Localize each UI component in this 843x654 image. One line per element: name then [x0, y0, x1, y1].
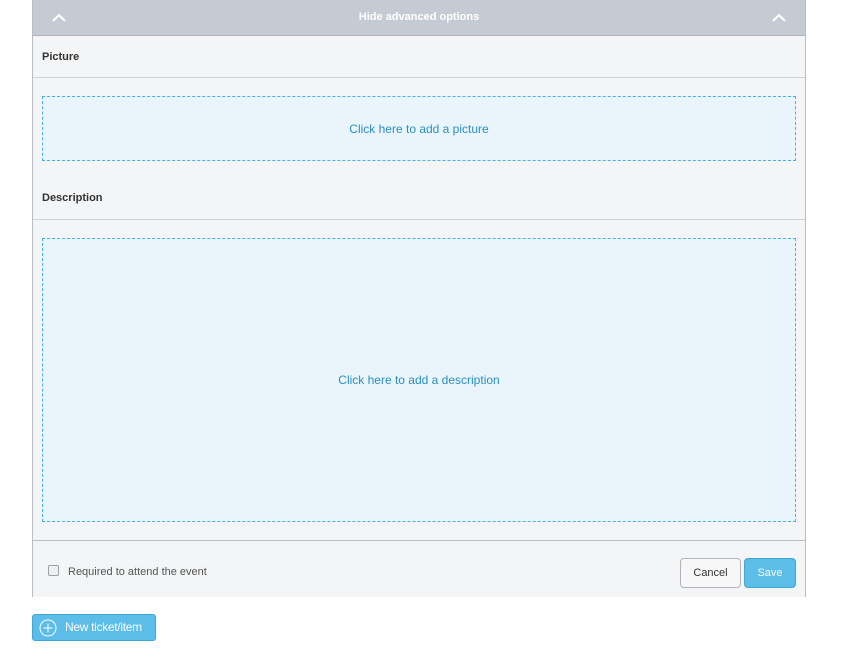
picture-dropzone-text: Click here to add a picture [349, 121, 489, 136]
picture-dropzone[interactable]: Click here to add a picture [42, 96, 796, 161]
cancel-button[interactable]: Cancel [680, 558, 741, 588]
chevron-up-icon [772, 13, 786, 22]
plus-circle-icon [39, 619, 57, 637]
hide-advanced-options-toggle[interactable]: Hide advanced options [33, 0, 805, 36]
required-checkbox[interactable] [48, 565, 59, 576]
advanced-options-panel: Hide advanced options Picture Click here… [32, 0, 806, 597]
description-dropzone[interactable]: Click here to add a description [42, 238, 796, 522]
description-divider [33, 219, 805, 220]
picture-section-header: Picture [33, 36, 805, 78]
save-button[interactable]: Save [744, 558, 796, 588]
new-ticket-label: New ticket/item [65, 620, 142, 634]
panel-footer: Required to attend the event Cancel Save [33, 540, 805, 597]
description-dropzone-text: Click here to add a description [338, 373, 500, 387]
required-checkbox-label: Required to attend the event [68, 566, 207, 578]
description-label: Description [42, 192, 103, 204]
advanced-options-title: Hide advanced options [358, 11, 480, 23]
new-ticket-button[interactable]: New ticket/item [32, 614, 156, 641]
picture-label: Picture [42, 51, 80, 63]
